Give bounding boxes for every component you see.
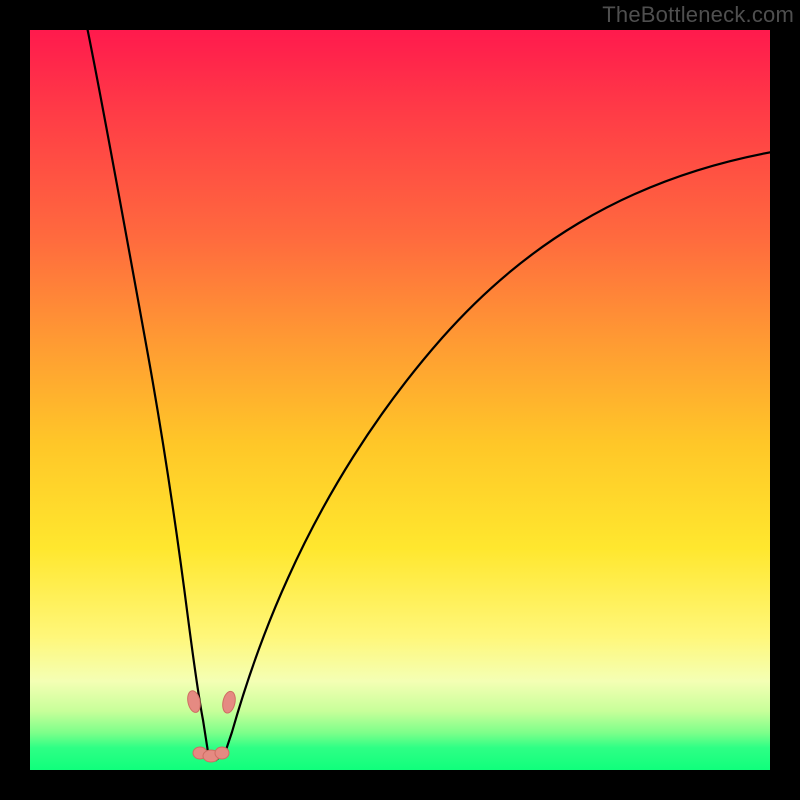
trough-markers [186, 690, 237, 762]
bottleneck-curve-svg [30, 30, 770, 770]
bottleneck-curve-path [86, 30, 770, 760]
marker-trough-left-icon [186, 690, 202, 714]
marker-valley-c-icon [215, 747, 229, 759]
watermark-text: TheBottleneck.com [602, 2, 794, 28]
marker-trough-right-icon [221, 690, 237, 714]
chart-frame: TheBottleneck.com [0, 0, 800, 800]
plot-area [30, 30, 770, 770]
